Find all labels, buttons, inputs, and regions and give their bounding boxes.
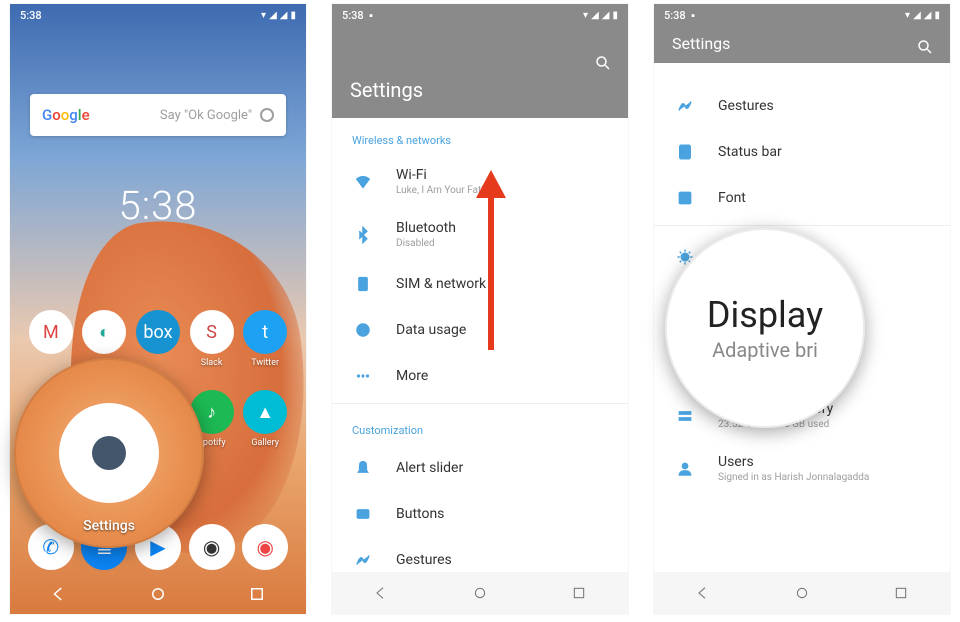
more-icon [352, 365, 374, 387]
magnify-title: Display [707, 294, 823, 336]
nav-back-icon[interactable] [50, 585, 68, 603]
signal-icon: ◢ [280, 10, 288, 21]
buttons-icon [352, 503, 374, 525]
item-statusbar[interactable]: Status bar [654, 129, 950, 175]
battery-icon: ▮ [290, 10, 296, 21]
nav-bar [654, 572, 950, 614]
nav-recent-icon[interactable] [248, 585, 266, 603]
settings-title: Settings [672, 34, 932, 53]
user-icon [674, 458, 696, 480]
wifi-icon: ▾ [261, 10, 266, 21]
magnify-settings-icon: Settings [14, 358, 204, 548]
mic-icon[interactable] [260, 108, 274, 122]
status-bar: 5:38 ▪ ▾◢◢▮ [654, 4, 950, 26]
app-twitter[interactable]: tTwitter [238, 310, 292, 368]
clock-date [10, 229, 306, 240]
search-icon[interactable] [916, 38, 934, 56]
dock-chrome[interactable]: ◉ [242, 524, 288, 570]
status-time: 5:38 [20, 9, 42, 22]
bell-icon [352, 457, 374, 479]
home-clock: 5:38 [10, 182, 306, 240]
google-search-bar[interactable]: Google Say "Ok Google" [30, 94, 286, 136]
gesture-icon [352, 549, 374, 571]
item-buttons[interactable]: Buttons [332, 491, 628, 537]
clock-time: 5:38 [10, 182, 306, 229]
status-bar: 5:38 ▾ ◢ ◢ ▮ [10, 4, 306, 26]
app-gallery[interactable]: ▲Gallery [238, 390, 292, 448]
nav-recent-icon[interactable] [893, 585, 909, 601]
item-more[interactable]: More [332, 353, 628, 399]
magnify-display: Display Adaptive bri [665, 228, 865, 428]
section-customization: Customization [332, 408, 628, 445]
nav-bar [332, 572, 628, 614]
storage-icon [674, 405, 696, 427]
nav-back-icon[interactable] [373, 585, 389, 601]
nav-home-icon[interactable] [472, 585, 488, 601]
nav-bar [10, 574, 306, 614]
signal-icon: ◢ [269, 10, 277, 21]
sim-icon [352, 273, 374, 295]
google-logo: Google [42, 106, 90, 124]
nav-recent-icon[interactable] [571, 585, 587, 601]
settings-header: Settings [654, 26, 950, 63]
search-hint: Say "Ok Google" [90, 108, 252, 123]
app-box[interactable]: box [131, 310, 185, 368]
nav-home-icon[interactable] [794, 585, 810, 601]
settings-title: Settings [350, 78, 610, 102]
magnify-sub: Adaptive bri [712, 338, 818, 362]
app-slack[interactable]: SSlack [185, 310, 239, 368]
item-gestures[interactable]: Gestures [654, 83, 950, 129]
data-icon [352, 319, 374, 341]
scroll-up-arrow [476, 170, 506, 350]
nav-home-icon[interactable] [149, 585, 167, 603]
font-icon [674, 187, 696, 209]
statusbar-icon [674, 141, 696, 163]
status-bar: 5:38 ▪ ▾◢◢▮ [332, 4, 628, 26]
item-users[interactable]: UsersSigned in as Harish Jonnalagadda [654, 442, 950, 495]
status-icons: ▾ ◢ ◢ ▮ [261, 10, 296, 21]
search-icon[interactable] [594, 54, 612, 72]
wifi-icon [352, 171, 374, 193]
dock-camera[interactable]: ◉ [189, 524, 235, 570]
app-gmail[interactable]: M [24, 310, 78, 368]
item-alert-slider[interactable]: Alert slider [332, 445, 628, 491]
gesture-icon [674, 95, 696, 117]
gear-icon[interactable] [59, 403, 159, 503]
settings-caption: Settings [83, 518, 135, 534]
settings-header: Settings [332, 26, 628, 118]
item-font[interactable]: Font [654, 175, 950, 221]
bluetooth-icon [352, 224, 374, 246]
section-wireless: Wireless & networks [332, 118, 628, 155]
nav-back-icon[interactable] [695, 585, 711, 601]
